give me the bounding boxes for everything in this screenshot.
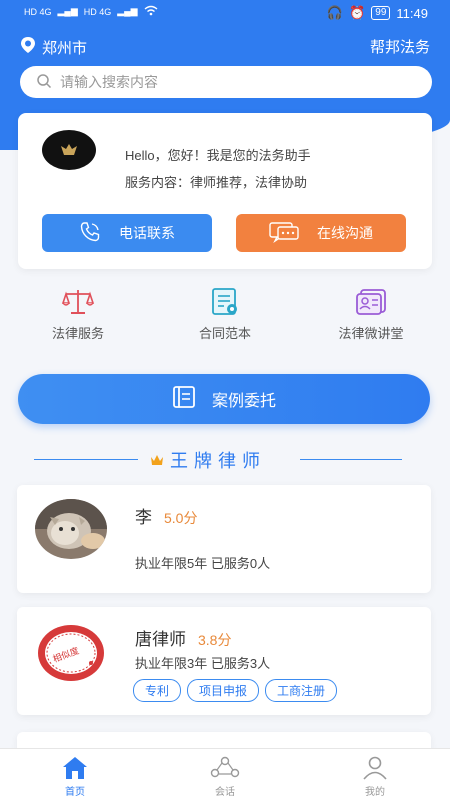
lawyer-card[interactable]: 李 5.0分 执业年限5年 已服务0人	[17, 485, 431, 593]
status-time: 11:49	[396, 5, 428, 21]
divider	[300, 459, 402, 460]
alarm-icon: ⏰	[349, 5, 366, 20]
feature-legal-service[interactable]: 法律服务	[18, 287, 138, 342]
feature-label: 法律服务	[51, 326, 104, 341]
search-icon	[36, 73, 52, 92]
crown-icon	[150, 450, 164, 471]
feature-contract-templates[interactable]: 合同范本	[165, 287, 285, 342]
lawyer-name-row: 唐律师 3.8分	[135, 625, 231, 650]
assistant-service: 服务内容：律师推荐，法律协助	[125, 175, 308, 190]
bottom-tab-bar: 首页 会话 我的	[0, 748, 450, 800]
lawyer-score: 5.0分	[164, 510, 198, 526]
signal-icon: ▂▄▆	[117, 6, 138, 16]
tag-project-declaration[interactable]: 项目申报	[187, 679, 260, 702]
phone-contact-button[interactable]: 电话联系	[42, 214, 212, 252]
lawyer-name: 李	[135, 508, 152, 527]
lawyer-meta: 执业年限5年 已服务0人	[135, 556, 271, 571]
signal-label-1: HD 4G	[24, 6, 52, 17]
tab-home[interactable]: 首页	[35, 755, 115, 798]
avatar	[35, 499, 107, 559]
assistant-greeting: Hello，您好！我是您的法务助手	[125, 148, 311, 163]
top-bar: 郑州市 帮邦法务	[0, 36, 450, 58]
lawyer-card[interactable]: 相似度 唐律师 3.8分 执业年限3年 已服务3人 专利 项目申报 工商注册	[17, 607, 431, 715]
status-bar: HD 4G ▂▄▆ HD 4G ▂▄▆ 🎧 ⏰ 99 11:49	[0, 0, 450, 26]
signal-label-2: HD 4G	[83, 6, 112, 17]
chat-icon	[269, 221, 299, 246]
book-icon	[172, 385, 198, 414]
wifi-icon	[144, 5, 158, 18]
feature-grid: 法律服务 合同范本 法律微讲堂	[0, 287, 450, 347]
tab-label: 会话	[215, 787, 235, 798]
assistant-card: Hello，您好！我是您的法务助手 服务内容：律师推荐，法律协助 电话联系 在线…	[18, 113, 432, 269]
feature-legal-lecture[interactable]: 法律微讲堂	[311, 287, 431, 342]
lawyer-meta: 执业年限3年 已服务3人	[135, 656, 271, 671]
phone-icon	[79, 221, 101, 246]
scales-icon	[18, 287, 138, 317]
phone-contact-label: 电话联系	[119, 225, 175, 241]
lawyer-name: 唐律师	[135, 630, 186, 649]
feature-label: 法律微讲堂	[338, 326, 404, 341]
home-icon	[35, 755, 115, 781]
divider	[34, 459, 138, 460]
status-right: 🎧 ⏰ 99 11:49	[327, 5, 428, 21]
tag-business-registration[interactable]: 工商注册	[265, 679, 338, 702]
user-icon	[335, 755, 415, 781]
tag-patent[interactable]: 专利	[133, 679, 182, 702]
feature-label: 合同范本	[198, 326, 251, 341]
signal-icon: ▂▄▆	[57, 6, 78, 16]
signal-indicators: HD 4G ▂▄▆ HD 4G ▂▄▆	[24, 5, 158, 18]
tab-conversations[interactable]: 会话	[185, 755, 265, 798]
lawyer-name-row: 李 5.0分	[135, 503, 197, 528]
lawyer-tags: 专利 项目申报 工商注册	[133, 679, 338, 702]
ace-lawyers-heading: 王牌律师	[0, 447, 450, 471]
lecture-icon	[311, 287, 431, 317]
search-placeholder: 请输入搜索内容	[60, 74, 158, 90]
headset-icon: 🎧	[326, 5, 344, 20]
location-icon	[20, 36, 36, 58]
case-entrust-label: 案例委托	[211, 393, 276, 410]
city-selector[interactable]: 郑州市	[20, 36, 87, 58]
city-label: 郑州市	[42, 39, 88, 57]
tab-label: 我的	[365, 787, 385, 798]
section-title: 王牌律师	[150, 447, 266, 473]
conversation-icon	[185, 755, 265, 781]
lawyer-score: 3.8分	[198, 632, 232, 648]
tab-profile[interactable]: 我的	[335, 755, 415, 798]
battery-indicator: 99	[371, 6, 391, 20]
online-chat-button[interactable]: 在线沟通	[236, 214, 406, 252]
case-entrust-button[interactable]: 案例委托	[18, 374, 430, 424]
document-icon	[165, 287, 285, 317]
avatar: 相似度	[35, 623, 107, 683]
search-input[interactable]: 请输入搜索内容	[20, 66, 432, 98]
section-title-text: 王牌律师	[170, 451, 266, 471]
online-chat-label: 在线沟通	[317, 225, 373, 241]
assistant-logo	[42, 130, 96, 170]
tab-label: 首页	[65, 787, 85, 798]
brand-title: 帮邦法务	[369, 39, 430, 56]
